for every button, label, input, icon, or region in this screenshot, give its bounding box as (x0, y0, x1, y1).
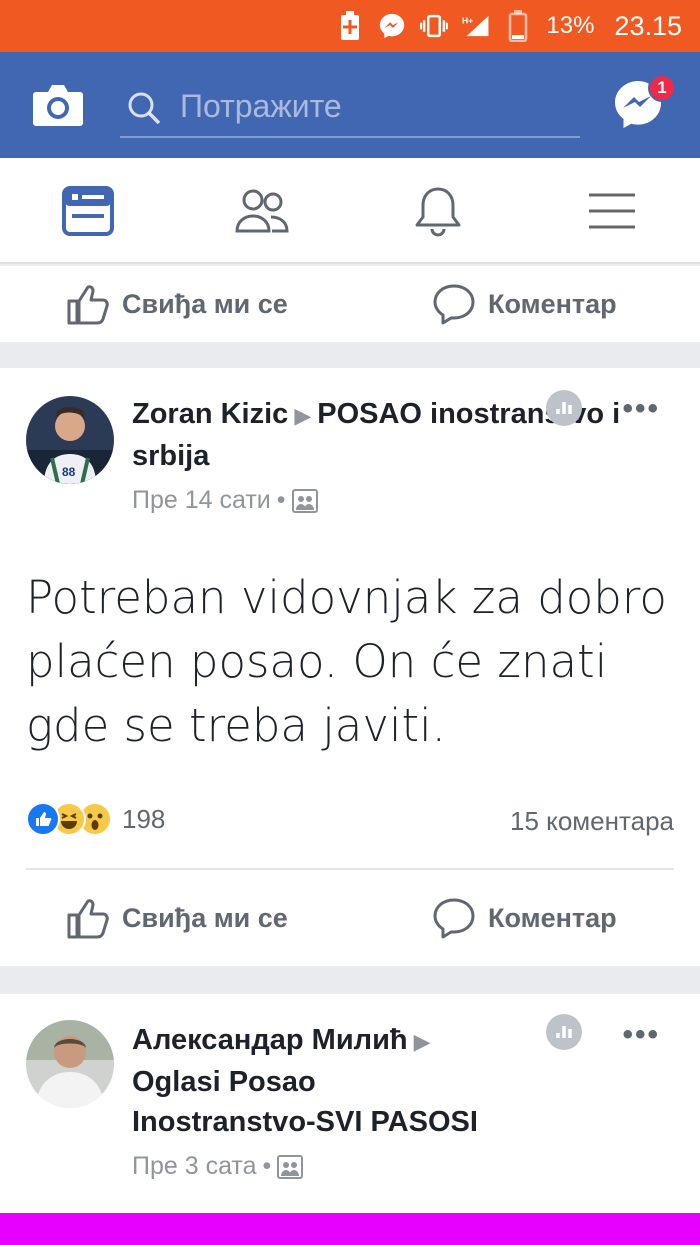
post-time[interactable]: Пре 14 сати (132, 486, 271, 515)
author-name[interactable]: Александар Милић (132, 1024, 408, 1056)
app-bar: Потражите 1 (0, 52, 700, 158)
arrow-icon: ▶ (294, 403, 312, 428)
vibrate-icon (420, 12, 449, 40)
battery-percent: 13% (546, 12, 595, 39)
signal-icon: H+ (462, 12, 490, 40)
group-name-line-2[interactable]: Inostranstvo-SVI PASOSI (132, 1106, 478, 1138)
camera-icon[interactable] (32, 82, 84, 128)
comment-label: Коментар (488, 902, 617, 933)
comment-label: Коментар (488, 288, 617, 319)
reactions-summary[interactable]: 198 (26, 802, 165, 836)
svg-text:H+: H+ (462, 16, 473, 26)
post-author-line: Александар Милић ▶ Oglasi Posao Inostrans… (132, 1020, 478, 1142)
comment-icon (433, 898, 475, 939)
author-name[interactable]: Zoran Kizic (132, 398, 288, 430)
avatar[interactable]: 88 (26, 396, 114, 484)
notifications-icon[interactable] (408, 182, 468, 240)
comment-icon (433, 284, 475, 325)
messenger-badge: 1 (648, 74, 676, 102)
insights-icon[interactable] (546, 390, 582, 426)
comment-button[interactable]: Коментар (432, 282, 617, 326)
more-options-icon[interactable]: ••• (622, 392, 660, 426)
like-button[interactable]: Свиђа ми се (66, 282, 288, 326)
menu-icon[interactable] (582, 182, 642, 240)
group-name-line-1[interactable]: Oglasi Posao (132, 1066, 316, 1098)
search-placeholder: Потражите (180, 88, 342, 124)
post-meta: Пре 3 сата • (132, 1152, 304, 1181)
post-meta: Пре 14 сати • (132, 486, 318, 515)
comment-count[interactable]: 15 коментара (510, 806, 674, 837)
post-card: 88 Zoran Kizic ▶ POSAO inostranstvo i srbi… (0, 368, 700, 966)
battery-saver-icon (336, 11, 364, 40)
comment-button[interactable]: Коментар (432, 896, 617, 940)
svg-text:88: 88 (62, 465, 76, 479)
post-author-line: Zoran Kizic ▶ POSAO inostranstvo i srbija (132, 394, 700, 476)
post-actions: Свиђа ми се Коментар (0, 880, 700, 950)
previous-post-actions: Свиђа ми се Коментар (0, 266, 700, 342)
arrow-icon: ▶ (413, 1029, 431, 1054)
group-privacy-icon (291, 488, 318, 513)
post-time[interactable]: Пре 3 сата (132, 1152, 257, 1181)
like-label: Свиђа ми се (122, 288, 288, 319)
thumbs-up-icon (67, 285, 109, 325)
more-options-icon[interactable]: ••• (622, 1018, 660, 1052)
messenger-notification-icon (378, 12, 406, 40)
like-reaction-icon (26, 802, 60, 836)
friends-icon[interactable] (232, 182, 292, 240)
news-feed-icon[interactable] (58, 182, 118, 240)
reaction-count: 198 (122, 803, 166, 834)
group-privacy-icon (277, 1154, 304, 1179)
post-card: Александар Милић ▶ Oglasi Posao Inostrans… (0, 994, 700, 1213)
search-bar[interactable]: Потражите (120, 78, 580, 138)
status-bar: H+ 13% 23.15 (0, 0, 700, 52)
clock: 23.15 (614, 10, 682, 41)
insights-icon[interactable] (546, 1014, 582, 1050)
like-button[interactable]: Свиђа ми се (66, 896, 288, 940)
bottom-color-bar (0, 1213, 700, 1245)
search-icon (126, 90, 162, 126)
like-label: Свиђа ми се (122, 902, 288, 933)
avatar[interactable] (26, 1020, 114, 1108)
post-text: Potreban vidovnjak za dobro plaćen posao… (26, 571, 667, 752)
tab-bar (0, 158, 700, 264)
thumbs-up-icon (67, 899, 109, 939)
divider (26, 868, 674, 870)
battery-icon (504, 10, 532, 42)
